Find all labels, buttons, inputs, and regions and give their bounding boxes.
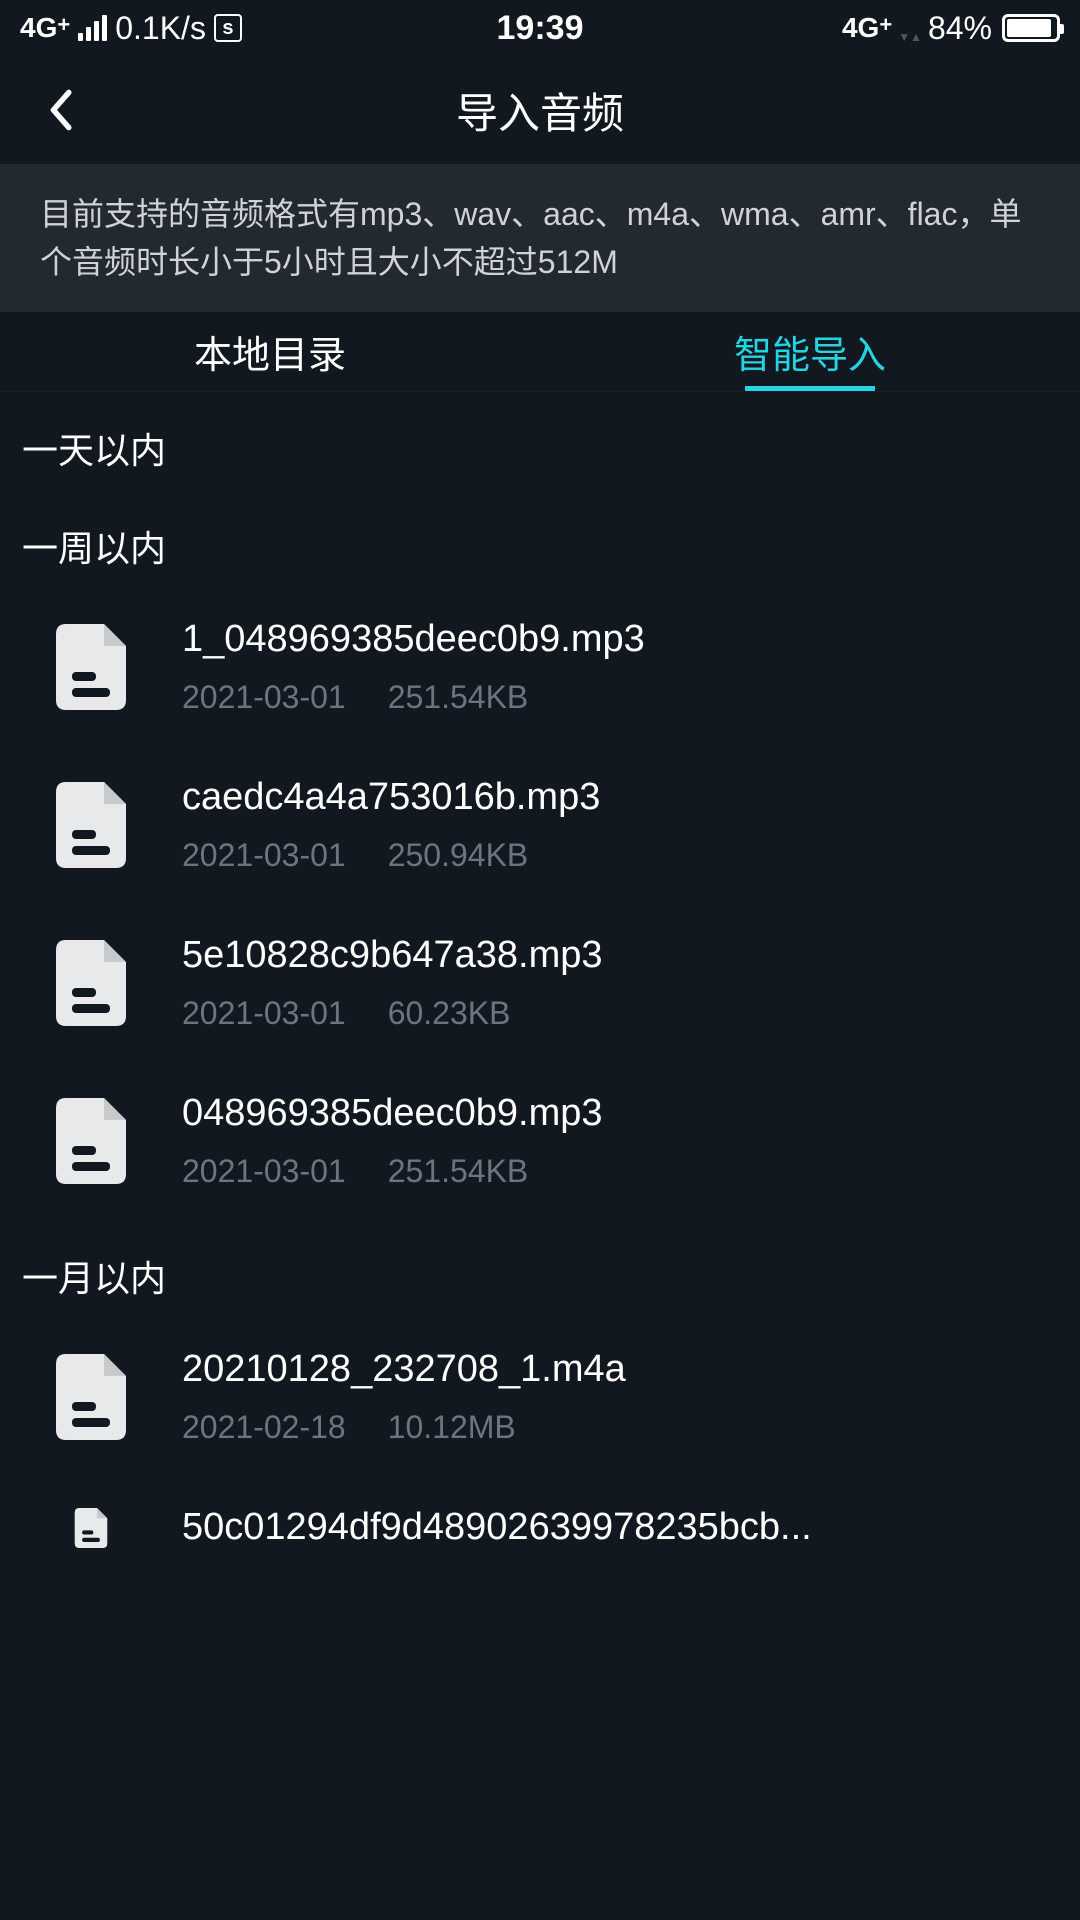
file-item[interactable]: 20210128_232708_1.m4a 2021-02-18 10.12MB [0, 1318, 1080, 1476]
signal-icon [78, 15, 107, 41]
tab-smart[interactable]: 智能导入 [540, 312, 1080, 391]
file-size: 250.94KB [388, 837, 529, 874]
file-icon [56, 1098, 126, 1184]
file-name: caedc4a4a753016b.mp3 [182, 776, 1040, 819]
tabs: 本地目录 智能导入 [0, 312, 1080, 392]
battery-percent: 84% [928, 10, 992, 47]
file-meta: 2021-03-01 251.54KB [182, 1153, 1040, 1190]
network-type: 4G+ [20, 12, 70, 44]
page-title: 导入音频 [456, 80, 624, 141]
battery-icon [1002, 14, 1060, 42]
file-name: 50c01294df9d48902639978235bcb... [182, 1506, 1040, 1549]
nav-header: 导入音频 [0, 56, 1080, 164]
file-info: 1_048969385deec0b9.mp3 2021-03-01 251.54… [182, 618, 1040, 716]
file-info: caedc4a4a753016b.mp3 2021-03-01 250.94KB [182, 776, 1040, 874]
file-meta: 2021-03-01 60.23KB [182, 995, 1040, 1032]
file-info: 20210128_232708_1.m4a 2021-02-18 10.12MB [182, 1348, 1040, 1446]
file-item[interactable]: caedc4a4a753016b.mp3 2021-03-01 250.94KB [0, 746, 1080, 904]
file-icon [56, 782, 126, 868]
file-name: 5e10828c9b647a38.mp3 [182, 934, 1040, 977]
file-icon [56, 1508, 126, 1548]
file-name: 1_048969385deec0b9.mp3 [182, 618, 1040, 661]
file-meta: 2021-03-01 250.94KB [182, 837, 1040, 874]
file-icon [56, 940, 126, 1026]
status-left: 4G+ 0.1K/s s [20, 10, 242, 47]
file-size: 10.12MB [388, 1409, 516, 1446]
file-meta: 2021-02-18 10.12MB [182, 1409, 1040, 1446]
status-right: 4G+ ▼▲ 84% [842, 10, 1060, 47]
file-date: 2021-03-01 [182, 995, 346, 1032]
file-info: 048969385deec0b9.mp3 2021-03-01 251.54KB [182, 1092, 1040, 1190]
file-date: 2021-03-01 [182, 679, 346, 716]
chevron-left-icon [46, 88, 74, 132]
info-banner: 目前支持的音频格式有mp3、wav、aac、m4a、wma、amr、flac，单… [0, 164, 1080, 312]
sim-icon: s [214, 14, 242, 42]
section-header-day: 一天以内 [0, 392, 1080, 490]
file-size: 251.54KB [388, 679, 529, 716]
file-date: 2021-02-18 [182, 1409, 346, 1446]
file-size: 60.23KB [388, 995, 511, 1032]
file-item[interactable]: 50c01294df9d48902639978235bcb... [0, 1476, 1080, 1549]
data-arrows-icon: ▼▲ [898, 33, 922, 41]
back-button[interactable] [20, 70, 100, 150]
file-info: 5e10828c9b647a38.mp3 2021-03-01 60.23KB [182, 934, 1040, 1032]
section-header-week: 一周以内 [0, 490, 1080, 588]
file-meta: 2021-03-01 251.54KB [182, 679, 1040, 716]
file-item[interactable]: 1_048969385deec0b9.mp3 2021-03-01 251.54… [0, 588, 1080, 746]
file-name: 20210128_232708_1.m4a [182, 1348, 1040, 1391]
file-item[interactable]: 5e10828c9b647a38.mp3 2021-03-01 60.23KB [0, 904, 1080, 1062]
file-icon [56, 1354, 126, 1440]
network-type-right: 4G+ [842, 12, 892, 44]
status-time: 19:39 [497, 9, 584, 48]
file-item[interactable]: 048969385deec0b9.mp3 2021-03-01 251.54KB [0, 1062, 1080, 1220]
tab-local[interactable]: 本地目录 [0, 312, 540, 391]
file-size: 251.54KB [388, 1153, 529, 1190]
file-date: 2021-03-01 [182, 837, 346, 874]
file-icon [56, 624, 126, 710]
data-speed: 0.1K/s [115, 10, 206, 47]
file-info: 50c01294df9d48902639978235bcb... [182, 1506, 1040, 1549]
file-name: 048969385deec0b9.mp3 [182, 1092, 1040, 1135]
status-bar: 4G+ 0.1K/s s 19:39 4G+ ▼▲ 84% [0, 0, 1080, 56]
file-date: 2021-03-01 [182, 1153, 346, 1190]
section-header-month: 一月以内 [0, 1220, 1080, 1318]
